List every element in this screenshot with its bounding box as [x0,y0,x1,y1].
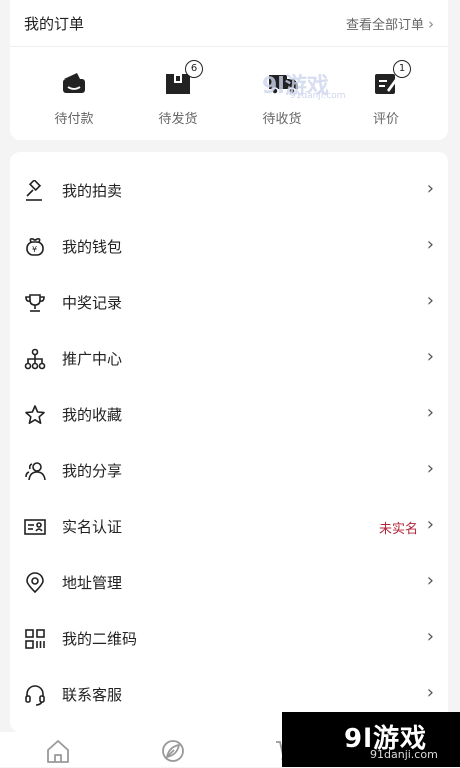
chevron-right-icon: › [426,178,434,199]
chevron-right-icon: › [426,682,434,703]
order-review[interactable]: 1 评价 [346,60,426,134]
order-label: 评价 [372,112,399,127]
id-card-icon [24,516,46,538]
menu-item-label: 我的收藏 [62,406,123,424]
menu-card: 我的拍卖 › ¥ 我的钱包 › 中奖记录 › 推广中心 › 我的收藏 › 我的分… [10,152,448,732]
wallet-bag-icon: ¥ [24,236,46,258]
watermark-banner: 9l游戏 91danji.com [282,712,460,767]
chevron-right-icon: › [426,458,434,479]
menu-item-label: 地址管理 [62,574,123,592]
view-all-label: 查看全部订单 [345,18,424,33]
verification-status: 未实名 [378,522,418,537]
menu-item-label: 联系客服 [62,686,123,704]
leaf-icon[interactable] [160,738,186,764]
menu-item-label: 我的钱包 [62,238,123,256]
menu-item-label: 实名认证 [62,518,123,536]
menu-item-wallet[interactable]: ¥ 我的钱包 › [10,218,448,274]
svg-text:¥: ¥ [32,245,37,254]
orders-card: 我的订单 查看全部订单 › 待付款 6 待发货 待收货 1 评价 [10,0,448,140]
menu-item-address-management[interactable]: 地址管理 › [10,554,448,610]
chevron-right-icon: › [426,514,434,535]
chevron-right-icon: › [426,234,434,255]
review-icon: 1 [373,60,411,96]
orders-title: 我的订单 [24,15,85,33]
badge-count: 6 [185,60,203,78]
chevron-right-icon: › [426,346,434,367]
badge-count: 1 [393,60,411,78]
headset-icon [24,684,46,706]
network-icon [24,348,46,370]
menu-item-promotion-center[interactable]: 推广中心 › [10,330,448,386]
menu-item-real-name-verification[interactable]: 实名认证 未实名 › [10,498,448,554]
chevron-right-icon: › [426,290,434,311]
order-pending-payment[interactable]: 待付款 [34,64,114,134]
auction-hammer-icon [24,178,46,202]
trophy-icon [24,292,46,314]
watermark-url-small: 91danji.com [290,91,346,101]
menu-item-winning-records[interactable]: 中奖记录 › [10,274,448,330]
menu-item-auction[interactable]: 我的拍卖 › [10,162,448,218]
menu-item-shares[interactable]: 我的分享 › [10,442,448,498]
package-icon: 6 [165,60,203,96]
menu-item-label: 我的拍卖 [62,182,123,200]
menu-item-favorites[interactable]: 我的收藏 › [10,386,448,442]
home-icon[interactable] [45,738,71,764]
watermark-url: 91danji.com [370,748,438,761]
star-icon [24,404,46,426]
wallet-icon [61,70,87,96]
menu-item-label: 推广中心 [62,350,123,368]
menu-item-label: 我的分享 [62,462,123,480]
menu-item-qr-code[interactable]: 我的二维码 › [10,610,448,666]
menu-item-label: 中奖记录 [62,294,123,312]
order-label: 待发货 [158,112,198,127]
orders-header: 我的订单 查看全部订单 › [10,0,448,47]
users-icon [24,460,46,482]
chevron-right-icon: › [426,626,434,647]
order-label: 待付款 [54,112,94,127]
qr-code-icon [24,628,46,650]
view-all-orders-link[interactable]: 查看全部订单 › [346,14,434,33]
chevron-right-icon: › [428,15,434,33]
chevron-right-icon: › [426,570,434,591]
order-to-ship[interactable]: 6 待发货 [138,60,218,134]
chevron-right-icon: › [426,402,434,423]
menu-item-label: 我的二维码 [62,630,138,648]
order-label: 待收货 [262,112,302,127]
location-pin-icon [24,572,46,594]
